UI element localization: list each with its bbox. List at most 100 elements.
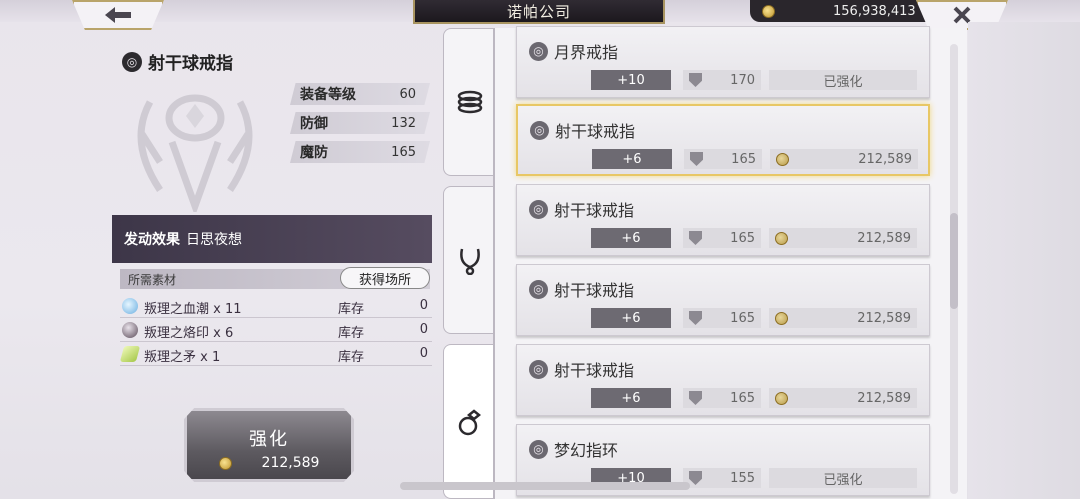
defense-number: 165	[731, 151, 756, 167]
list-item-name: ◎ 射干球戒指	[529, 197, 634, 221]
necklace-icon	[459, 248, 480, 275]
stat-magic-defense: 魔防 165	[290, 141, 430, 163]
coin-icon	[762, 4, 775, 18]
list-item-name-text: 梦幻指环	[554, 441, 619, 460]
material-name: 叛理之血潮 x 11	[144, 302, 242, 317]
coin-icon	[775, 311, 788, 325]
bracelet-icon	[457, 90, 482, 114]
defense-value: 165	[684, 149, 762, 169]
enhance-button[interactable]: 强化 212,589	[184, 408, 354, 482]
defense-number: 165	[730, 310, 755, 326]
enhance-cost: 212,589	[187, 455, 351, 471]
defense-number: 165	[730, 390, 755, 406]
ring-icon: ◎	[122, 51, 142, 72]
item-artwork	[137, 94, 253, 212]
list-item-name-text: 射干球戒指	[554, 361, 635, 380]
price-number: 212,589	[857, 390, 911, 406]
list-item[interactable]: ◎ 射干球戒指 +6 165 212,589	[516, 264, 930, 336]
list-item-selected[interactable]: ◎ 射干球戒指 +6 165 212,589	[516, 104, 930, 176]
list-item-name-text: 射干球戒指	[554, 281, 635, 300]
defense-value: 155	[683, 468, 761, 488]
stock-count: 0	[419, 346, 428, 361]
coin-icon	[776, 152, 789, 166]
orb-icon	[122, 322, 138, 338]
status-text: 已强化	[823, 472, 863, 488]
list-item-name-text: 射干球戒指	[554, 201, 635, 220]
coin-icon	[218, 456, 232, 470]
defense-value: 170	[683, 70, 761, 90]
stock-count: 0	[419, 322, 428, 337]
stat-value: 165	[391, 144, 416, 160]
coin-icon	[775, 231, 788, 245]
defense-number: 170	[730, 72, 755, 88]
ring-icon: ◎	[529, 199, 548, 219]
tab-ring[interactable]	[443, 344, 495, 499]
item-name-text: 射干球戒指	[148, 54, 233, 74]
stat-value: 60	[399, 86, 416, 102]
enhance-level: +10	[591, 70, 671, 90]
ring-icon: ◎	[529, 279, 548, 299]
price-number: 212,589	[858, 151, 912, 167]
effect-bar: 发动效果 日思夜想	[112, 215, 432, 263]
ring-icon: ◎	[529, 359, 548, 379]
stat-label: 防御	[300, 116, 328, 132]
stock-label: 库存	[338, 302, 365, 317]
potion-icon	[122, 298, 138, 314]
status-text: 已强化	[823, 74, 863, 90]
price-value: 212,589	[769, 308, 917, 328]
spear-icon	[119, 346, 141, 362]
tab-bracelet[interactable]	[443, 28, 495, 176]
stat-label: 装备等级	[300, 87, 356, 103]
price-value: 212,589	[769, 388, 917, 408]
material-name: 叛理之烙印 x 6	[144, 326, 234, 341]
stock-count: 0	[419, 298, 428, 313]
tab-necklace[interactable]	[443, 186, 495, 334]
price-value: 212,589	[770, 149, 918, 169]
shield-icon	[689, 311, 702, 325]
list-item-name: ◎ 射干球戒指	[529, 277, 634, 301]
status-badge: 已强化	[769, 70, 917, 90]
shield-icon	[689, 471, 702, 485]
right-background-panel	[968, 22, 1080, 499]
material-name: 叛理之矛 x 1	[144, 350, 221, 365]
defense-value: 165	[683, 228, 761, 248]
list-item-name: ◎ 梦幻指环	[529, 437, 618, 461]
shield-icon	[689, 391, 702, 405]
enhance-cost-value: 212,589	[261, 455, 320, 471]
list-item-name: ◎ 月界戒指	[529, 39, 618, 63]
ring-icon: ◎	[529, 41, 548, 61]
material-row[interactable]: 叛理之血潮 x 11 库存 0	[120, 296, 432, 318]
stat-equip-level: 装备等级 60	[290, 83, 430, 105]
page-title: 诺帕公司	[413, 0, 665, 24]
list-item[interactable]: ◎ 射干球戒指 +6 165 212,589	[516, 184, 930, 256]
ring-icon	[458, 408, 481, 435]
list-item-name: ◎ 射干球戒指	[529, 357, 634, 381]
defense-number: 165	[730, 230, 755, 246]
stock-label: 库存	[338, 326, 365, 341]
ring-icon: ◎	[530, 120, 549, 140]
list-item-name-text: 月界戒指	[554, 43, 619, 62]
stock-label: 库存	[338, 350, 365, 365]
status-badge: 已强化	[769, 468, 917, 488]
currency-amount: 156,938,413	[833, 3, 916, 19]
back-arrow-icon	[105, 7, 131, 23]
stat-value: 132	[391, 115, 416, 131]
list-item-name: ◎ 射干球戒指	[530, 118, 635, 142]
list-item[interactable]: ◎ 射干球戒指 +6 165 212,589	[516, 344, 930, 416]
shield-icon	[690, 152, 703, 166]
back-button[interactable]	[72, 0, 164, 30]
coin-icon	[775, 391, 788, 405]
obtain-location-button[interactable]: 获得场所	[340, 267, 430, 289]
material-row[interactable]: 叛理之矛 x 1 库存 0	[119, 344, 432, 366]
list-item-name-text: 射干球戒指	[555, 122, 636, 141]
effect-label: 发动效果	[124, 232, 180, 248]
enhance-level: +6	[591, 308, 671, 328]
home-indicator	[400, 482, 690, 490]
enhance-label: 强化	[249, 429, 289, 450]
enhance-level: +6	[591, 388, 671, 408]
material-row[interactable]: 叛理之烙印 x 6 库存 0	[120, 320, 432, 342]
enhance-level: +6	[592, 149, 672, 169]
scroll-thumb[interactable]	[950, 213, 958, 309]
price-number: 212,589	[857, 230, 911, 246]
list-item[interactable]: ◎ 月界戒指 +10 170 已强化	[516, 26, 930, 98]
